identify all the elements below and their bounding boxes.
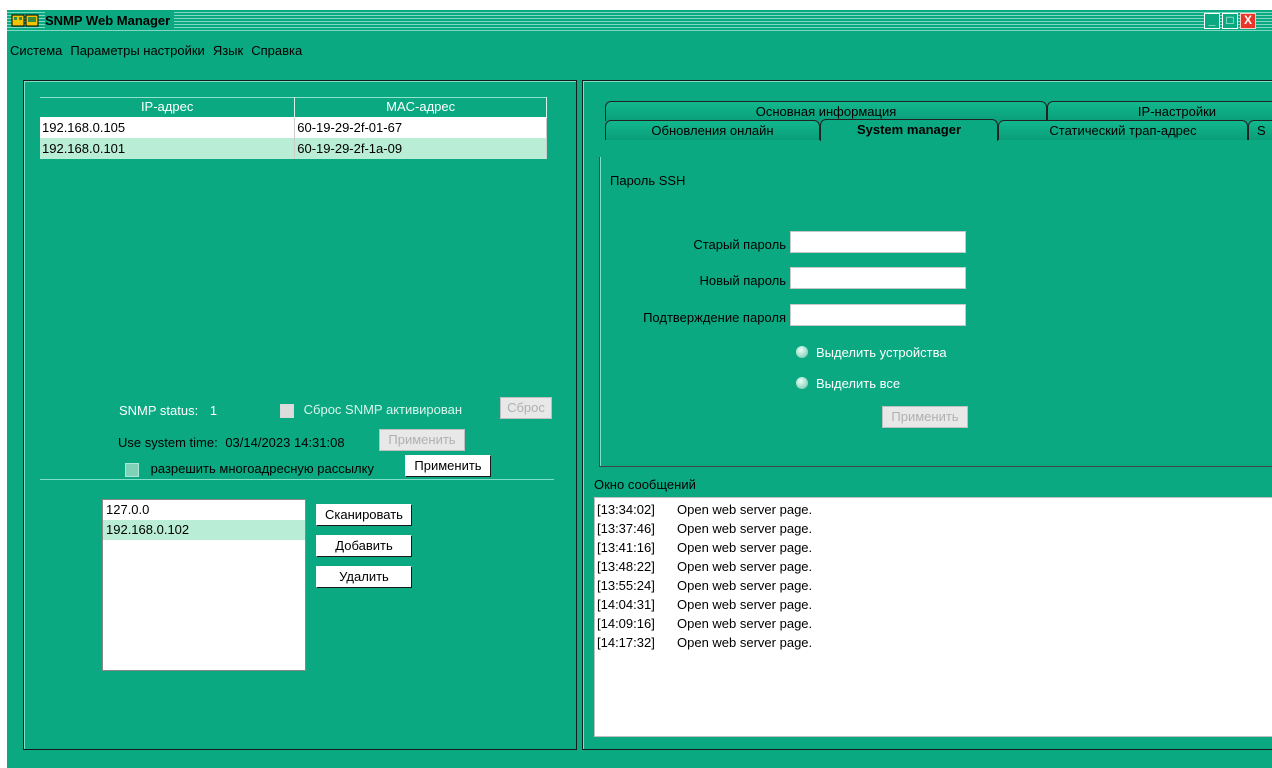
system-time-value: 03/14/2023 14:31:08 <box>225 435 345 450</box>
menu-help[interactable]: Справка <box>248 42 307 62</box>
message-time: [14:17:32] <box>597 635 655 650</box>
list-item: [14:17:32] Open web server page. <box>597 633 1272 652</box>
message-log[interactable]: [13:34:02] Open web server page. [13:37:4… <box>594 497 1272 737</box>
cell-mac: 60-19-29-2f-01-67 <box>294 117 547 138</box>
table-row[interactable]: 192.168.0.105 60-19-29-2f-01-67 <box>40 117 547 138</box>
message-time: [13:55:24] <box>597 578 655 593</box>
apply-time-button[interactable]: Применить <box>379 429 465 451</box>
apply-multicast-button[interactable]: Применить <box>405 455 491 477</box>
list-item: [13:41:16] Open web server page. <box>597 538 1272 557</box>
radio-select-all[interactable]: Выделить все <box>796 376 900 391</box>
list-item: [13:37:46] Open web server page. <box>597 519 1272 538</box>
system-time-row: Use system time: 03/14/2023 14:31:08 <box>118 435 345 450</box>
list-item: [13:48:22] Open web server page. <box>597 557 1272 576</box>
list-item: [13:34:02] Open web server page. <box>597 500 1272 519</box>
new-password-field[interactable] <box>790 267 966 289</box>
message-text: Open web server page. <box>677 578 813 593</box>
network-device-icon <box>11 14 39 27</box>
menu-language[interactable]: Язык <box>210 42 248 62</box>
tab-basic-info[interactable]: Основная информация <box>605 101 1047 121</box>
old-password-field[interactable] <box>790 231 966 253</box>
multicast-label: разрешить многоадресную рассылку <box>150 461 374 476</box>
menu-system[interactable]: Система <box>7 42 67 62</box>
new-password-label: Новый пароль <box>699 273 786 288</box>
table-row[interactable]: 192.168.0.101 60-19-29-2f-1a-09 <box>40 138 547 159</box>
maximize-icon: □ <box>1226 13 1234 27</box>
radio-selected-devices-label: Выделить устройства <box>816 345 947 360</box>
device-table: IP-адрес MAC-адрес 192.168.0.105 60-19-2… <box>40 97 547 159</box>
system-time-label: Use system time: <box>118 435 218 450</box>
delete-button[interactable]: Удалить <box>316 566 412 588</box>
list-item: [14:09:16] Open web server page. <box>597 614 1272 633</box>
message-time: [13:34:02] <box>597 502 655 517</box>
radio-icon <box>796 377 808 389</box>
reset-button[interactable]: Сброс <box>500 397 552 419</box>
main-window: SNMP Web Manager _ □ X Система Параметры… <box>7 10 1272 768</box>
old-password-label: Старый пароль <box>693 237 786 252</box>
scan-button[interactable]: Сканировать <box>316 504 412 526</box>
message-time: [13:37:46] <box>597 521 655 536</box>
multicast-row: разрешить многоадресную рассылку <box>125 461 374 477</box>
cell-ip: 192.168.0.105 <box>40 117 296 138</box>
message-text: Open web server page. <box>677 616 813 631</box>
message-window-title: Окно сообщений <box>594 477 696 492</box>
cell-mac: 60-19-29-2f-1a-09 <box>294 138 547 159</box>
cell-ip: 192.168.0.101 <box>40 138 296 159</box>
snmp-status-row: SNMP status: 1 <box>119 403 217 418</box>
ssh-section-title: Пароль SSH <box>610 173 686 188</box>
device-panel: IP-адрес MAC-адрес 192.168.0.105 60-19-2… <box>23 80 577 750</box>
message-text: Open web server page. <box>677 540 813 555</box>
snmp-reset-row: Сброс SNMP активирован <box>280 402 462 418</box>
confirm-password-field[interactable] <box>790 304 966 326</box>
window-title: SNMP Web Manager <box>45 12 175 29</box>
menu-bar: Система Параметры настройки Язык Справка <box>7 42 307 62</box>
snmp-reset-checkbox[interactable] <box>280 403 294 418</box>
message-time: [14:09:16] <box>597 616 655 631</box>
ip-list[interactable]: 127.0.0 192.168.0.102 <box>102 499 306 671</box>
message-text: Open web server page. <box>677 559 813 574</box>
message-text: Open web server page. <box>677 597 813 612</box>
list-item[interactable]: 127.0.0 <box>103 500 305 520</box>
message-text: Open web server page. <box>677 502 813 517</box>
device-table-header: IP-адрес MAC-адрес <box>40 97 547 118</box>
add-button[interactable]: Добавить <box>316 535 412 557</box>
list-item: [14:04:31] Open web server page. <box>597 595 1272 614</box>
radio-icon <box>796 346 808 358</box>
title-bar[interactable]: SNMP Web Manager _ □ X <box>7 10 1272 31</box>
message-text: Open web server page. <box>677 521 813 536</box>
close-icon: X <box>1243 13 1252 27</box>
close-button[interactable]: X <box>1240 13 1256 29</box>
message-text: Open web server page. <box>677 635 813 650</box>
tab-ip-settings[interactable]: IP-настройки <box>1047 101 1272 121</box>
tab-system-manager[interactable]: System manager <box>820 119 998 141</box>
radio-selected-devices[interactable]: Выделить устройства <box>796 345 947 360</box>
minimize-button[interactable]: _ <box>1204 13 1220 29</box>
settings-panel: Основная информация IP-настройки Обновле… <box>582 80 1272 750</box>
message-time: [13:48:22] <box>597 559 655 574</box>
tab-more[interactable]: S <box>1248 120 1272 140</box>
apply-password-button[interactable]: Применить <box>882 406 968 428</box>
snmp-reset-label: Сброс SNMP активирован <box>303 402 463 417</box>
tab-static-trap[interactable]: Статический трап-адрес <box>998 120 1248 140</box>
menu-settings[interactable]: Параметры настройки <box>67 42 209 62</box>
radio-select-all-label: Выделить все <box>816 376 901 391</box>
column-ip[interactable]: IP-адрес <box>40 97 296 118</box>
tab-online-updates[interactable]: Обновления онлайн <box>605 120 820 140</box>
message-time: [14:04:31] <box>597 597 655 612</box>
confirm-password-label: Подтверждение пароля <box>643 310 786 325</box>
column-mac[interactable]: MAC-адрес <box>294 97 547 118</box>
snmp-status-label: SNMP status: <box>119 403 199 418</box>
minimize-icon: _ <box>1208 13 1216 27</box>
divider <box>40 479 554 480</box>
list-item[interactable]: 192.168.0.102 <box>103 520 305 540</box>
maximize-button[interactable]: □ <box>1222 13 1238 29</box>
message-time: [13:41:16] <box>597 540 655 555</box>
system-manager-content: Пароль SSH Старый пароль Новый пароль По… <box>599 157 1272 467</box>
list-item: [13:55:24] Open web server page. <box>597 576 1272 595</box>
snmp-status-value: 1 <box>209 403 218 418</box>
multicast-checkbox[interactable] <box>125 462 139 477</box>
